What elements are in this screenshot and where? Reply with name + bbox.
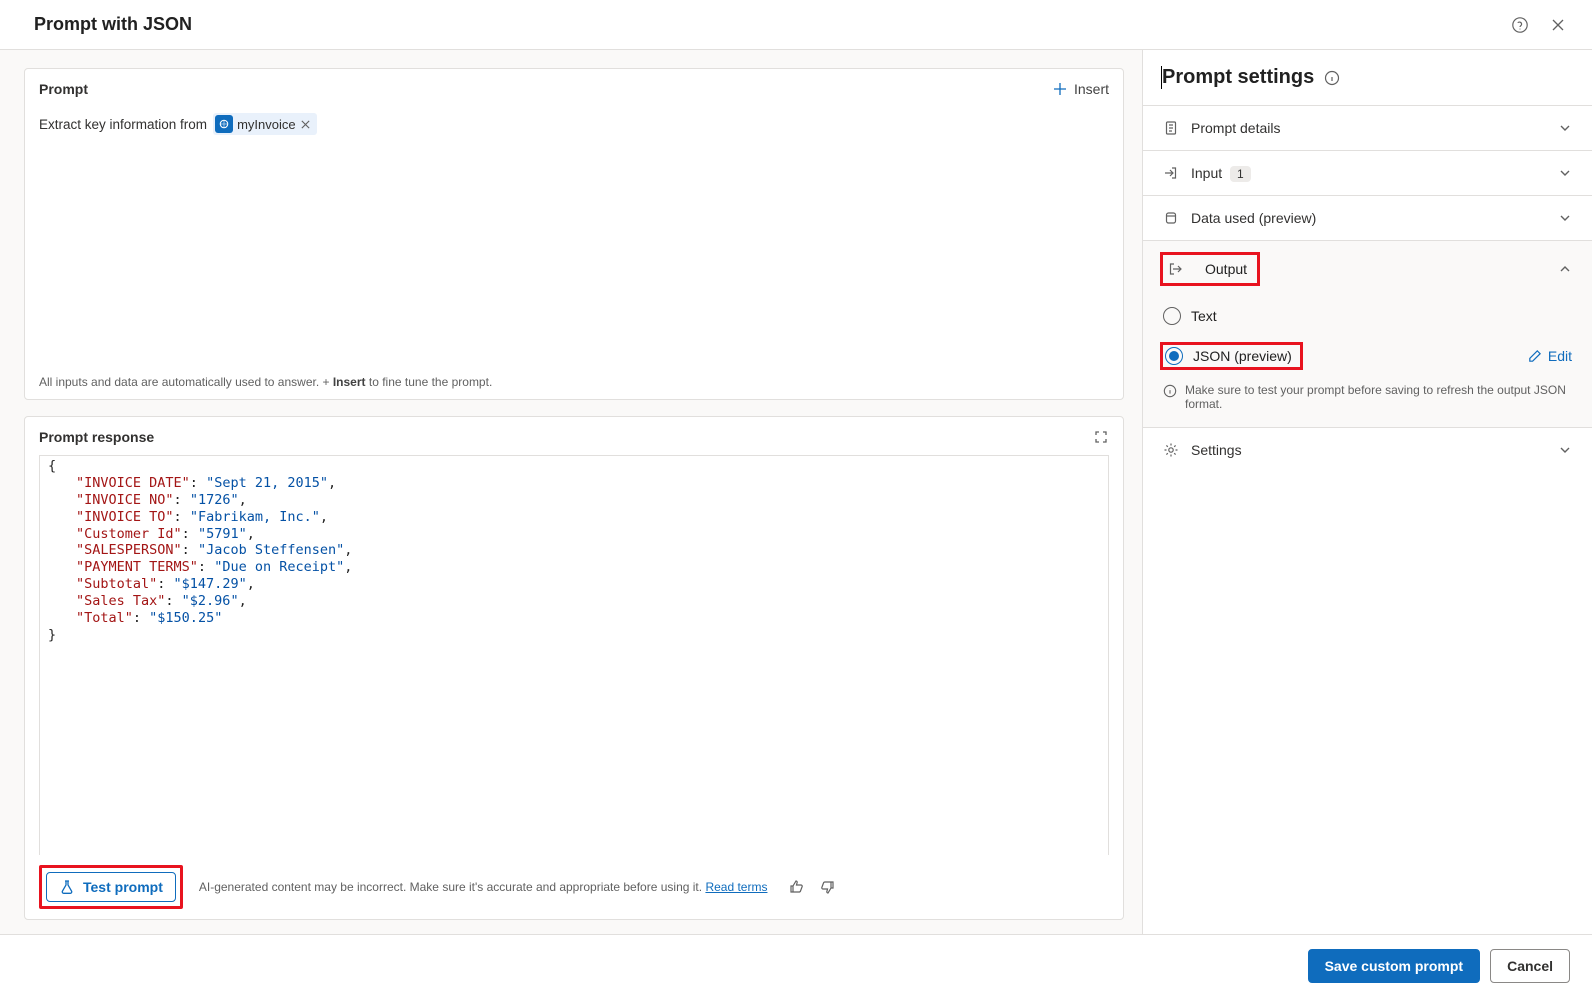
prompt-details-section[interactable]: Prompt details <box>1143 106 1592 150</box>
dialog-header: Prompt with JSON <box>0 0 1592 50</box>
input-count-badge: 1 <box>1230 166 1251 182</box>
document-icon <box>1163 120 1179 136</box>
info-icon[interactable] <box>1324 70 1340 86</box>
output-text-radio[interactable]: Text <box>1143 297 1592 335</box>
chevron-down-icon <box>1558 166 1572 180</box>
settings-section[interactable]: Settings <box>1143 428 1592 472</box>
insert-button[interactable]: Insert <box>1052 81 1109 97</box>
chip-input-icon <box>215 115 233 133</box>
read-terms-link[interactable]: Read terms <box>705 880 767 894</box>
edit-output-link[interactable]: Edit <box>1527 348 1572 364</box>
radio-unchecked-icon <box>1163 307 1181 325</box>
chevron-down-icon <box>1558 211 1572 225</box>
chevron-down-icon <box>1558 121 1572 135</box>
input-chip-myinvoice[interactable]: myInvoice <box>213 113 317 135</box>
output-json-radio[interactable]: JSON (preview) <box>1163 345 1300 367</box>
dialog-title: Prompt with JSON <box>34 14 192 35</box>
close-icon[interactable] <box>1548 15 1568 35</box>
chip-remove-icon[interactable] <box>300 119 311 130</box>
output-arrow-icon <box>1167 261 1183 277</box>
output-info-note: Make sure to test your prompt before sav… <box>1143 377 1592 427</box>
response-json-output: { "INVOICE DATE": "Sept 21, 2015", "INVO… <box>39 455 1109 855</box>
output-section[interactable]: Output <box>1143 241 1592 297</box>
prompt-section-title: Prompt <box>39 81 88 97</box>
thumbs-up-icon[interactable] <box>789 879 805 895</box>
help-icon[interactable] <box>1510 15 1530 35</box>
prompt-card: Prompt Insert Extract key information fr… <box>24 68 1124 400</box>
prompt-editor[interactable]: Extract key information from myInvoice <box>25 109 1123 399</box>
gear-icon <box>1163 442 1179 458</box>
chevron-up-icon <box>1558 262 1572 276</box>
test-prompt-button[interactable]: Test prompt <box>46 872 176 902</box>
cancel-button[interactable]: Cancel <box>1490 949 1570 983</box>
chevron-down-icon <box>1558 443 1572 457</box>
input-section[interactable]: Input 1 <box>1143 151 1592 195</box>
ai-disclaimer: AI-generated content may be incorrect. M… <box>199 880 768 894</box>
response-section-title: Prompt response <box>39 429 154 445</box>
input-arrow-icon <box>1163 165 1179 181</box>
prompt-footer-hint: All inputs and data are automatically us… <box>39 365 1109 389</box>
radio-checked-icon <box>1165 347 1183 365</box>
thumbs-down-icon[interactable] <box>819 879 835 895</box>
prompt-text: Extract key information from <box>39 117 207 132</box>
expand-icon[interactable] <box>1093 429 1109 445</box>
database-icon <box>1163 210 1179 226</box>
settings-panel-title: Prompt settings <box>1161 66 1314 89</box>
settings-panel: Prompt settings Prompt details <box>1142 50 1592 934</box>
data-used-section[interactable]: Data used (preview) <box>1143 196 1592 240</box>
response-card: Prompt response { "INVOICE DATE": "Sept … <box>24 416 1124 920</box>
dialog-footer: Save custom prompt Cancel <box>0 934 1592 997</box>
save-button[interactable]: Save custom prompt <box>1308 949 1480 983</box>
